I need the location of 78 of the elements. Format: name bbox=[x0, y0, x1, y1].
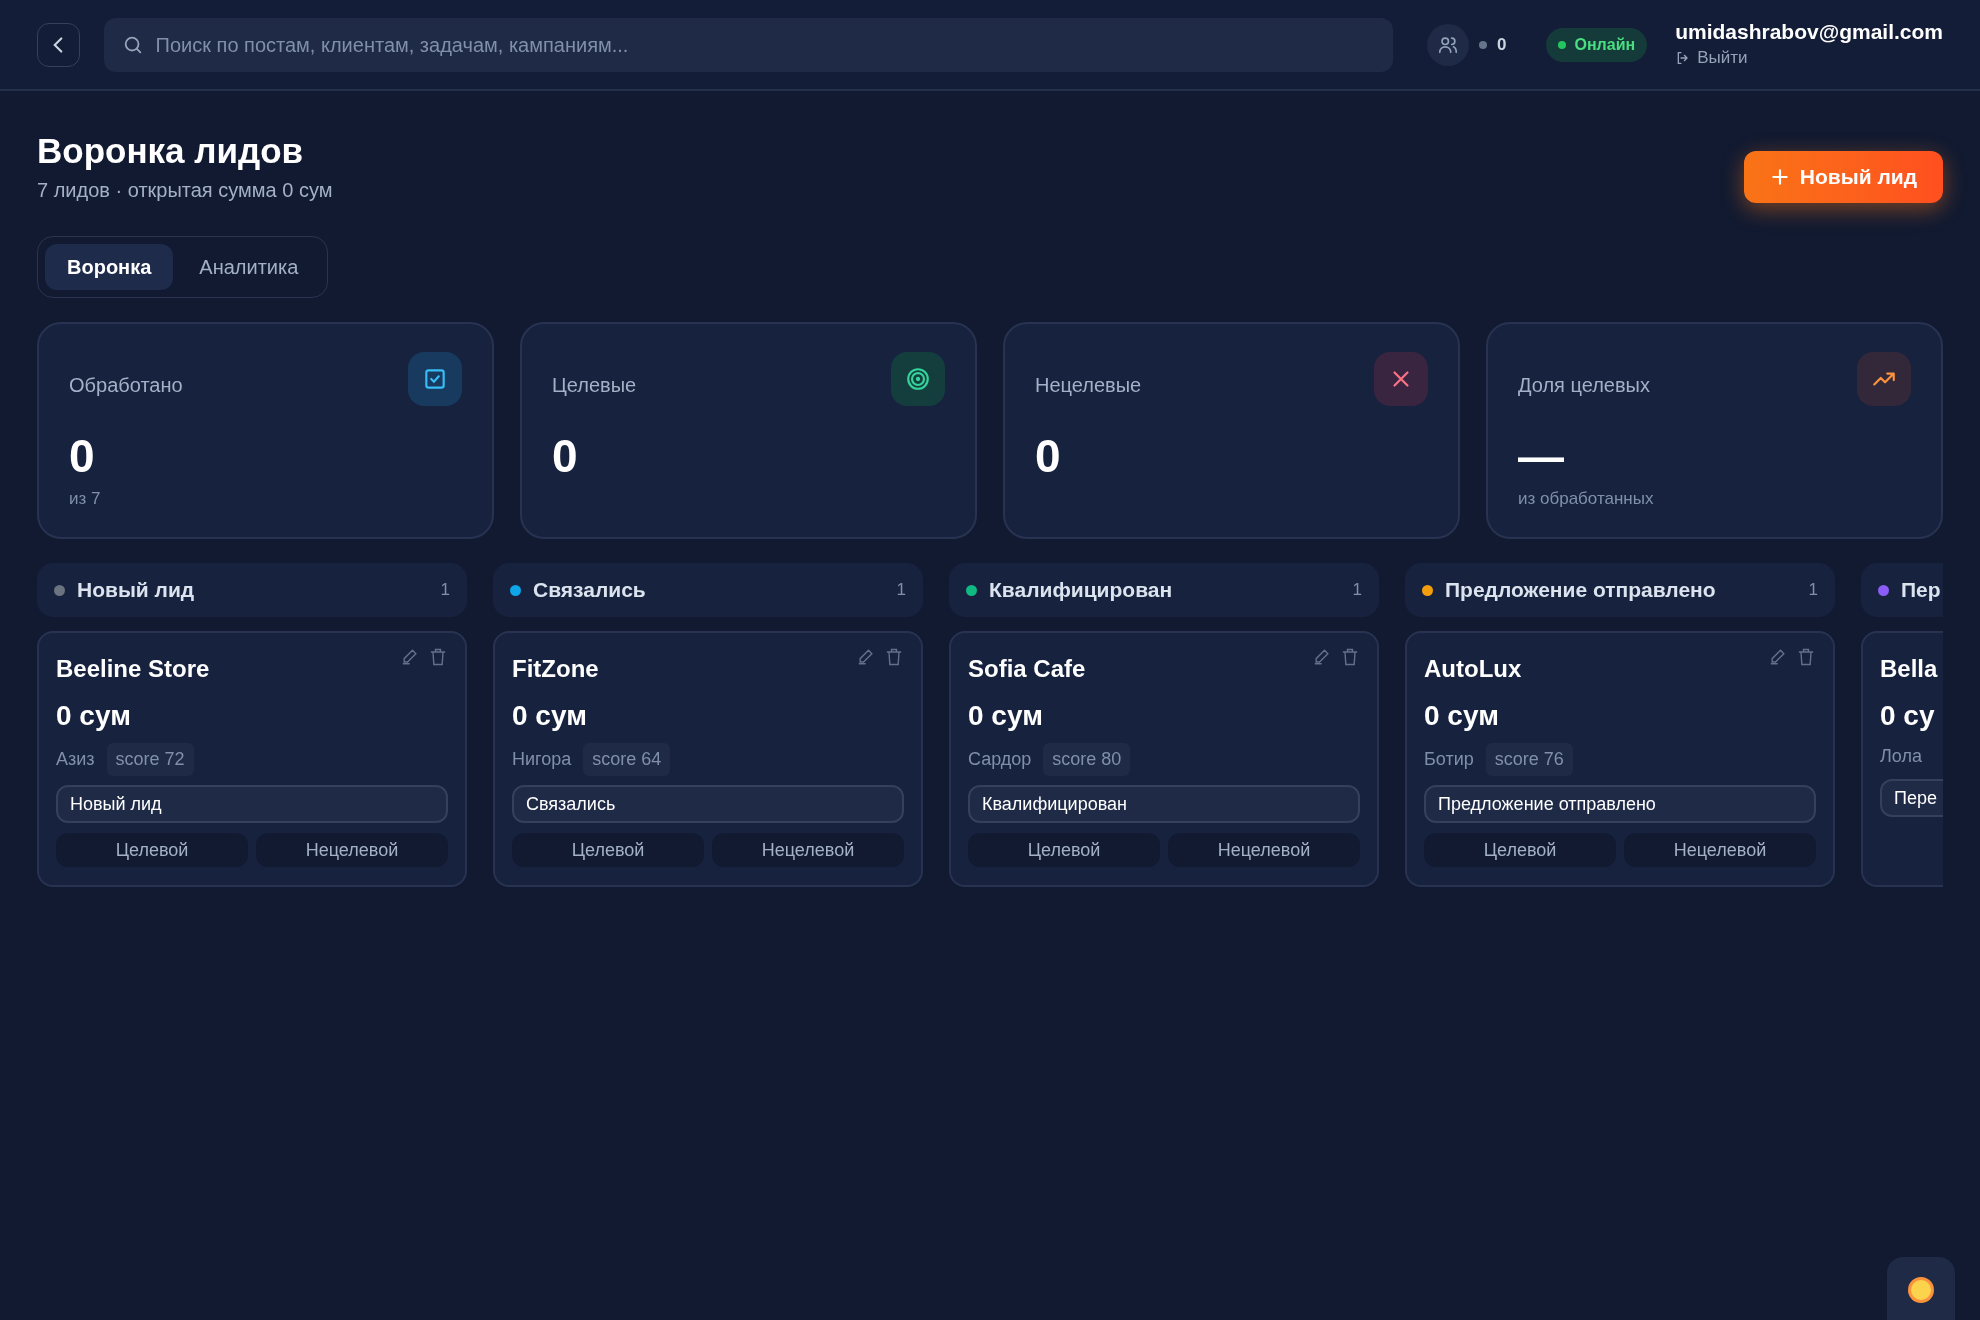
stat-value: 0 bbox=[69, 430, 95, 482]
delete-button[interactable] bbox=[884, 647, 904, 667]
contact-name: Нигора bbox=[512, 748, 572, 771]
lead-name: Bella bbox=[1880, 654, 1938, 684]
stat-value: 0 bbox=[552, 430, 578, 482]
search-input[interactable]: Поиск по постам, клиентам, задачам, кампаниям... bbox=[155, 29, 1375, 60]
search-field[interactable]: Поиск по постам, клиентам, задачам, кампаниям... bbox=[103, 17, 1393, 72]
stat-label: Доля целевых bbox=[1518, 373, 1650, 398]
stat-label: Обработано bbox=[69, 373, 183, 398]
user-email: umidashrabov@gmail.com bbox=[1675, 18, 1943, 45]
column-count: 1 bbox=[896, 579, 906, 602]
stage-select[interactable]: Новый лид bbox=[56, 785, 448, 823]
stage-select[interactable]: Квалифицирован bbox=[968, 785, 1360, 823]
tab[interactable]: Аналитика bbox=[177, 244, 321, 290]
delete-button[interactable] bbox=[1340, 647, 1360, 667]
stat-note: из 7 bbox=[69, 488, 101, 510]
users-button[interactable] bbox=[1427, 23, 1469, 66]
stage-select[interactable]: Связались bbox=[512, 785, 904, 823]
lead-name: FitZone bbox=[512, 654, 599, 684]
tab[interactable]: Воронка bbox=[45, 244, 174, 290]
back-button[interactable] bbox=[37, 22, 80, 67]
stat-label: Целевые bbox=[552, 373, 637, 398]
lead-action-button[interactable]: Нецелевой bbox=[1168, 833, 1360, 867]
column-count: 1 bbox=[1808, 579, 1818, 602]
chevron-left-icon bbox=[53, 36, 64, 53]
score-badge: score 72 bbox=[106, 743, 194, 776]
target-icon bbox=[891, 352, 945, 406]
lead-name: AutoLux bbox=[1424, 654, 1522, 684]
plus-icon bbox=[1769, 167, 1790, 187]
edit-button[interactable] bbox=[856, 647, 876, 667]
score-badge: score 76 bbox=[1485, 743, 1573, 776]
lead-action-button[interactable]: Целевой bbox=[56, 833, 248, 867]
edit-button[interactable] bbox=[1768, 647, 1788, 667]
contact-name: Сардор bbox=[968, 748, 1032, 771]
column-title: Предложение отправлено bbox=[1445, 577, 1716, 604]
stage-select[interactable]: Пере bbox=[1880, 779, 1943, 817]
theme-toggle-button[interactable] bbox=[1887, 1257, 1955, 1320]
delete-button[interactable] bbox=[428, 647, 448, 667]
lead-amount: 0 сум bbox=[512, 699, 587, 733]
stage-select[interactable]: Предложение отправлено bbox=[1424, 785, 1816, 823]
edit-button[interactable] bbox=[400, 647, 420, 667]
column-count: 1 bbox=[1352, 579, 1362, 602]
contact-name: Азиз bbox=[56, 748, 95, 771]
sun-icon bbox=[1906, 1275, 1936, 1305]
column-title: Новый лид bbox=[77, 577, 195, 604]
column-title: Квалифицирован bbox=[989, 577, 1173, 604]
lead-action-button[interactable]: Нецелевой bbox=[1624, 833, 1816, 867]
stat-note: из обработанных bbox=[1518, 488, 1654, 510]
page-subtitle: 7 лидов · открытая сумма 0 сум bbox=[37, 178, 333, 203]
close-icon bbox=[1374, 352, 1428, 406]
delete-button[interactable] bbox=[1796, 647, 1816, 667]
online-status: Онлайн bbox=[1574, 34, 1636, 55]
column-title: Связались bbox=[533, 577, 646, 604]
edit-button[interactable] bbox=[1312, 647, 1332, 667]
lead-action-button[interactable]: Целевой bbox=[512, 833, 704, 867]
lead-action-button[interactable]: Нецелевой bbox=[256, 833, 448, 867]
trend-up-icon bbox=[1857, 352, 1911, 406]
score-badge: score 64 bbox=[583, 743, 671, 776]
stat-label: Нецелевые bbox=[1035, 373, 1142, 398]
stat-value: — bbox=[1518, 430, 1564, 482]
contact-name: Лола bbox=[1880, 745, 1922, 768]
lead-amount: 0 су bbox=[1880, 699, 1935, 733]
logout-link[interactable]: Выйти bbox=[1675, 44, 1943, 71]
lead-action-button[interactable]: Целевой bbox=[968, 833, 1160, 867]
lead-name: Beeline Store bbox=[56, 654, 210, 684]
column-title: Пер bbox=[1901, 577, 1941, 604]
users-count: 0 bbox=[1497, 33, 1507, 56]
stat-value: 0 bbox=[1035, 430, 1061, 482]
lead-action-button[interactable]: Целевой bbox=[1424, 833, 1616, 867]
lead-action-button[interactable]: Нецелевой bbox=[712, 833, 904, 867]
lead-amount: 0 сум bbox=[1424, 699, 1499, 733]
page-title: Воронка лидов bbox=[37, 130, 305, 172]
lead-amount: 0 сум bbox=[968, 699, 1043, 733]
contact-name: Ботир bbox=[1424, 748, 1474, 771]
lead-name: Sofia Cafe bbox=[968, 654, 1086, 684]
column-count: 1 bbox=[440, 579, 450, 602]
score-badge: score 80 bbox=[1043, 743, 1131, 776]
lead-amount: 0 сум bbox=[56, 699, 131, 733]
